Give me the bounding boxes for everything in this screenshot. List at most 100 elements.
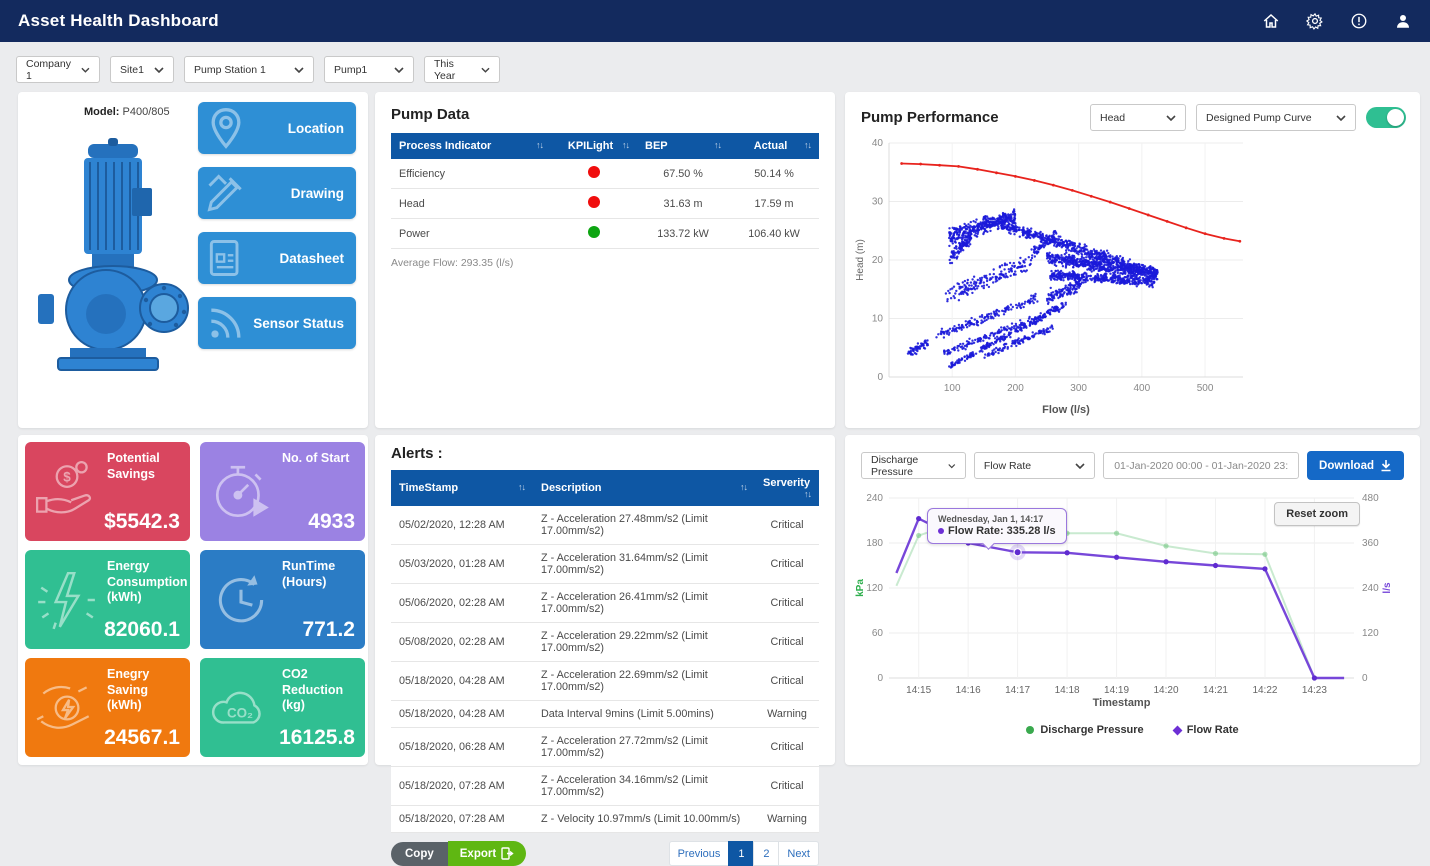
svg-text:14:21: 14:21: [1203, 685, 1228, 696]
datasheet-icon: [204, 236, 248, 280]
info-icon[interactable]: [1350, 12, 1368, 30]
svg-text:0: 0: [1362, 673, 1368, 684]
user-icon[interactable]: [1394, 12, 1412, 30]
svg-text:500: 500: [1197, 383, 1214, 394]
svg-text:0: 0: [877, 673, 883, 684]
col-process-indicator[interactable]: Process Indicator↑↓: [391, 133, 551, 159]
svg-text:240: 240: [866, 493, 883, 504]
chevron-down-icon: [1166, 115, 1176, 121]
alert-row: 05/18/2020, 06:28 AMZ - Acceleration 27.…: [391, 728, 819, 767]
period-select[interactable]: This Year: [424, 56, 500, 83]
col-bep[interactable]: BEP↑↓: [637, 133, 729, 159]
legend-diamond-icon: [1172, 725, 1182, 735]
chevron-down-icon: [1075, 463, 1085, 469]
left-series-select[interactable]: Discharge Pressure: [861, 452, 966, 479]
alert-row: 05/06/2020, 02:28 AMZ - Acceleration 26.…: [391, 584, 819, 623]
svg-text:14:16: 14:16: [956, 685, 981, 696]
svg-text:14:19: 14:19: [1104, 685, 1129, 696]
chevron-down-icon: [294, 67, 304, 73]
alert-row: 05/03/2020, 01:28 AMZ - Acceleration 31.…: [391, 545, 819, 584]
pagination-next[interactable]: Next: [778, 841, 819, 866]
col-description[interactable]: Description↑↓: [533, 470, 755, 506]
kpi-light-dot: [588, 226, 600, 238]
kpi-light-dot: [588, 196, 600, 208]
svg-text:Flow (l/s): Flow (l/s): [1042, 404, 1090, 416]
table-row: Head 31.63 m 17.59 m: [391, 189, 819, 219]
svg-text:14:18: 14:18: [1055, 685, 1080, 696]
export-button[interactable]: Export: [448, 841, 526, 866]
svg-text:240: 240: [1362, 583, 1379, 594]
energy-saving-icon: [33, 675, 99, 741]
col-kpilight[interactable]: KPILight↑↓: [551, 133, 637, 159]
average-flow-note: Average Flow: 293.35 (l/s): [391, 257, 819, 269]
export-icon: [501, 847, 514, 860]
stopwatch-icon: [208, 459, 274, 525]
reset-zoom-button[interactable]: Reset zoom: [1274, 502, 1360, 526]
alerts-panel: Alerts : TimeStamp↑↓ Description↑↓ Serve…: [375, 435, 835, 765]
legend-flow-rate[interactable]: Flow Rate: [1174, 724, 1239, 736]
pump-photo: [30, 130, 198, 382]
sensor-status-button[interactable]: Sensor Status: [198, 297, 356, 349]
gear-icon[interactable]: [1306, 12, 1324, 30]
svg-text:10: 10: [872, 314, 884, 325]
datasheet-button[interactable]: Datasheet: [198, 232, 356, 284]
toggle-knob: [1387, 109, 1404, 126]
chevron-down-icon: [81, 67, 90, 73]
col-severity[interactable]: Serverity↑↓: [755, 470, 819, 506]
download-icon: [1380, 459, 1392, 472]
curve-select[interactable]: Designed Pump Curve: [1196, 104, 1356, 131]
date-range-input[interactable]: [1103, 452, 1299, 479]
kpi-light-dot: [588, 166, 600, 178]
pump-data-table: Process Indicator↑↓ KPILight↑↓ BEP↑↓ Act…: [391, 133, 819, 249]
legend-discharge-pressure[interactable]: Discharge Pressure: [1026, 724, 1143, 736]
svg-text:14:23: 14:23: [1302, 685, 1327, 696]
copy-button[interactable]: Copy: [391, 842, 448, 866]
right-series-select[interactable]: Flow Rate: [974, 452, 1095, 479]
pump-select[interactable]: Pump1: [324, 56, 414, 83]
company-select[interactable]: Company 1: [16, 56, 100, 83]
pump-performance-title: Pump Performance: [861, 109, 999, 126]
runtime-clock-icon: [208, 567, 274, 633]
kpi-no-of-start: No. of Start 4933: [200, 442, 365, 541]
legend-dot-icon: [1026, 726, 1034, 734]
sensor-signal-icon: [204, 301, 248, 345]
svg-text:30: 30: [872, 197, 884, 208]
svg-text:Timestamp: Timestamp: [1093, 697, 1151, 709]
svg-text:14:17: 14:17: [1005, 685, 1030, 696]
lightning-icon: [33, 567, 99, 633]
download-button[interactable]: Download: [1307, 451, 1404, 480]
kpi-potential-savings: $ Potential Savings $5542.3: [25, 442, 190, 541]
alert-row: 05/18/2020, 07:28 AMZ - Velocity 10.97mm…: [391, 806, 819, 833]
chart-legend: Discharge Pressure Flow Rate: [845, 724, 1420, 736]
location-button[interactable]: Location: [198, 102, 356, 154]
svg-text:120: 120: [1362, 628, 1379, 639]
kpi-co2-reduction: CO₂ CO2 Reduction (kg) 16125.8: [200, 658, 365, 757]
svg-text:Head (m): Head (m): [855, 239, 866, 281]
col-timestamp[interactable]: TimeStamp↑↓: [391, 470, 533, 506]
sort-icon: ↑↓: [622, 140, 629, 150]
drawing-button[interactable]: Drawing: [198, 167, 356, 219]
alert-row: 05/18/2020, 04:28 AMZ - Acceleration 22.…: [391, 662, 819, 701]
metric-select[interactable]: Head: [1090, 104, 1186, 131]
sort-icon: ↑↓: [804, 140, 811, 150]
table-row: Power 133.72 kW 106.40 kW: [391, 219, 819, 249]
chevron-down-icon: [1336, 115, 1346, 121]
pagination-page-1[interactable]: 1: [728, 841, 754, 866]
trend-panel: Discharge Pressure Flow Rate Download 0 0…: [845, 435, 1420, 765]
pump-performance-chart[interactable]: 010203040100200300400500Head (m)Flow (l/…: [853, 135, 1253, 421]
table-row: Efficiency 67.50 % 50.14 %: [391, 159, 819, 189]
pagination: Previous 1 2 Next: [669, 841, 819, 866]
pagination-previous[interactable]: Previous: [669, 841, 730, 866]
home-icon[interactable]: [1262, 12, 1280, 30]
svg-text:120: 120: [866, 583, 883, 594]
curve-toggle[interactable]: [1366, 107, 1406, 128]
col-actual[interactable]: Actual↑↓: [729, 133, 819, 159]
site-select[interactable]: Site1: [110, 56, 174, 83]
navbar-icons: [1262, 12, 1412, 30]
alert-row: 05/08/2020, 02:28 AMZ - Acceleration 29.…: [391, 623, 819, 662]
pagination-page-2[interactable]: 2: [753, 841, 779, 866]
svg-text:480: 480: [1362, 493, 1379, 504]
svg-text:300: 300: [1070, 383, 1087, 394]
pump-station-select[interactable]: Pump Station 1: [184, 56, 314, 83]
svg-text:0: 0: [877, 372, 883, 383]
